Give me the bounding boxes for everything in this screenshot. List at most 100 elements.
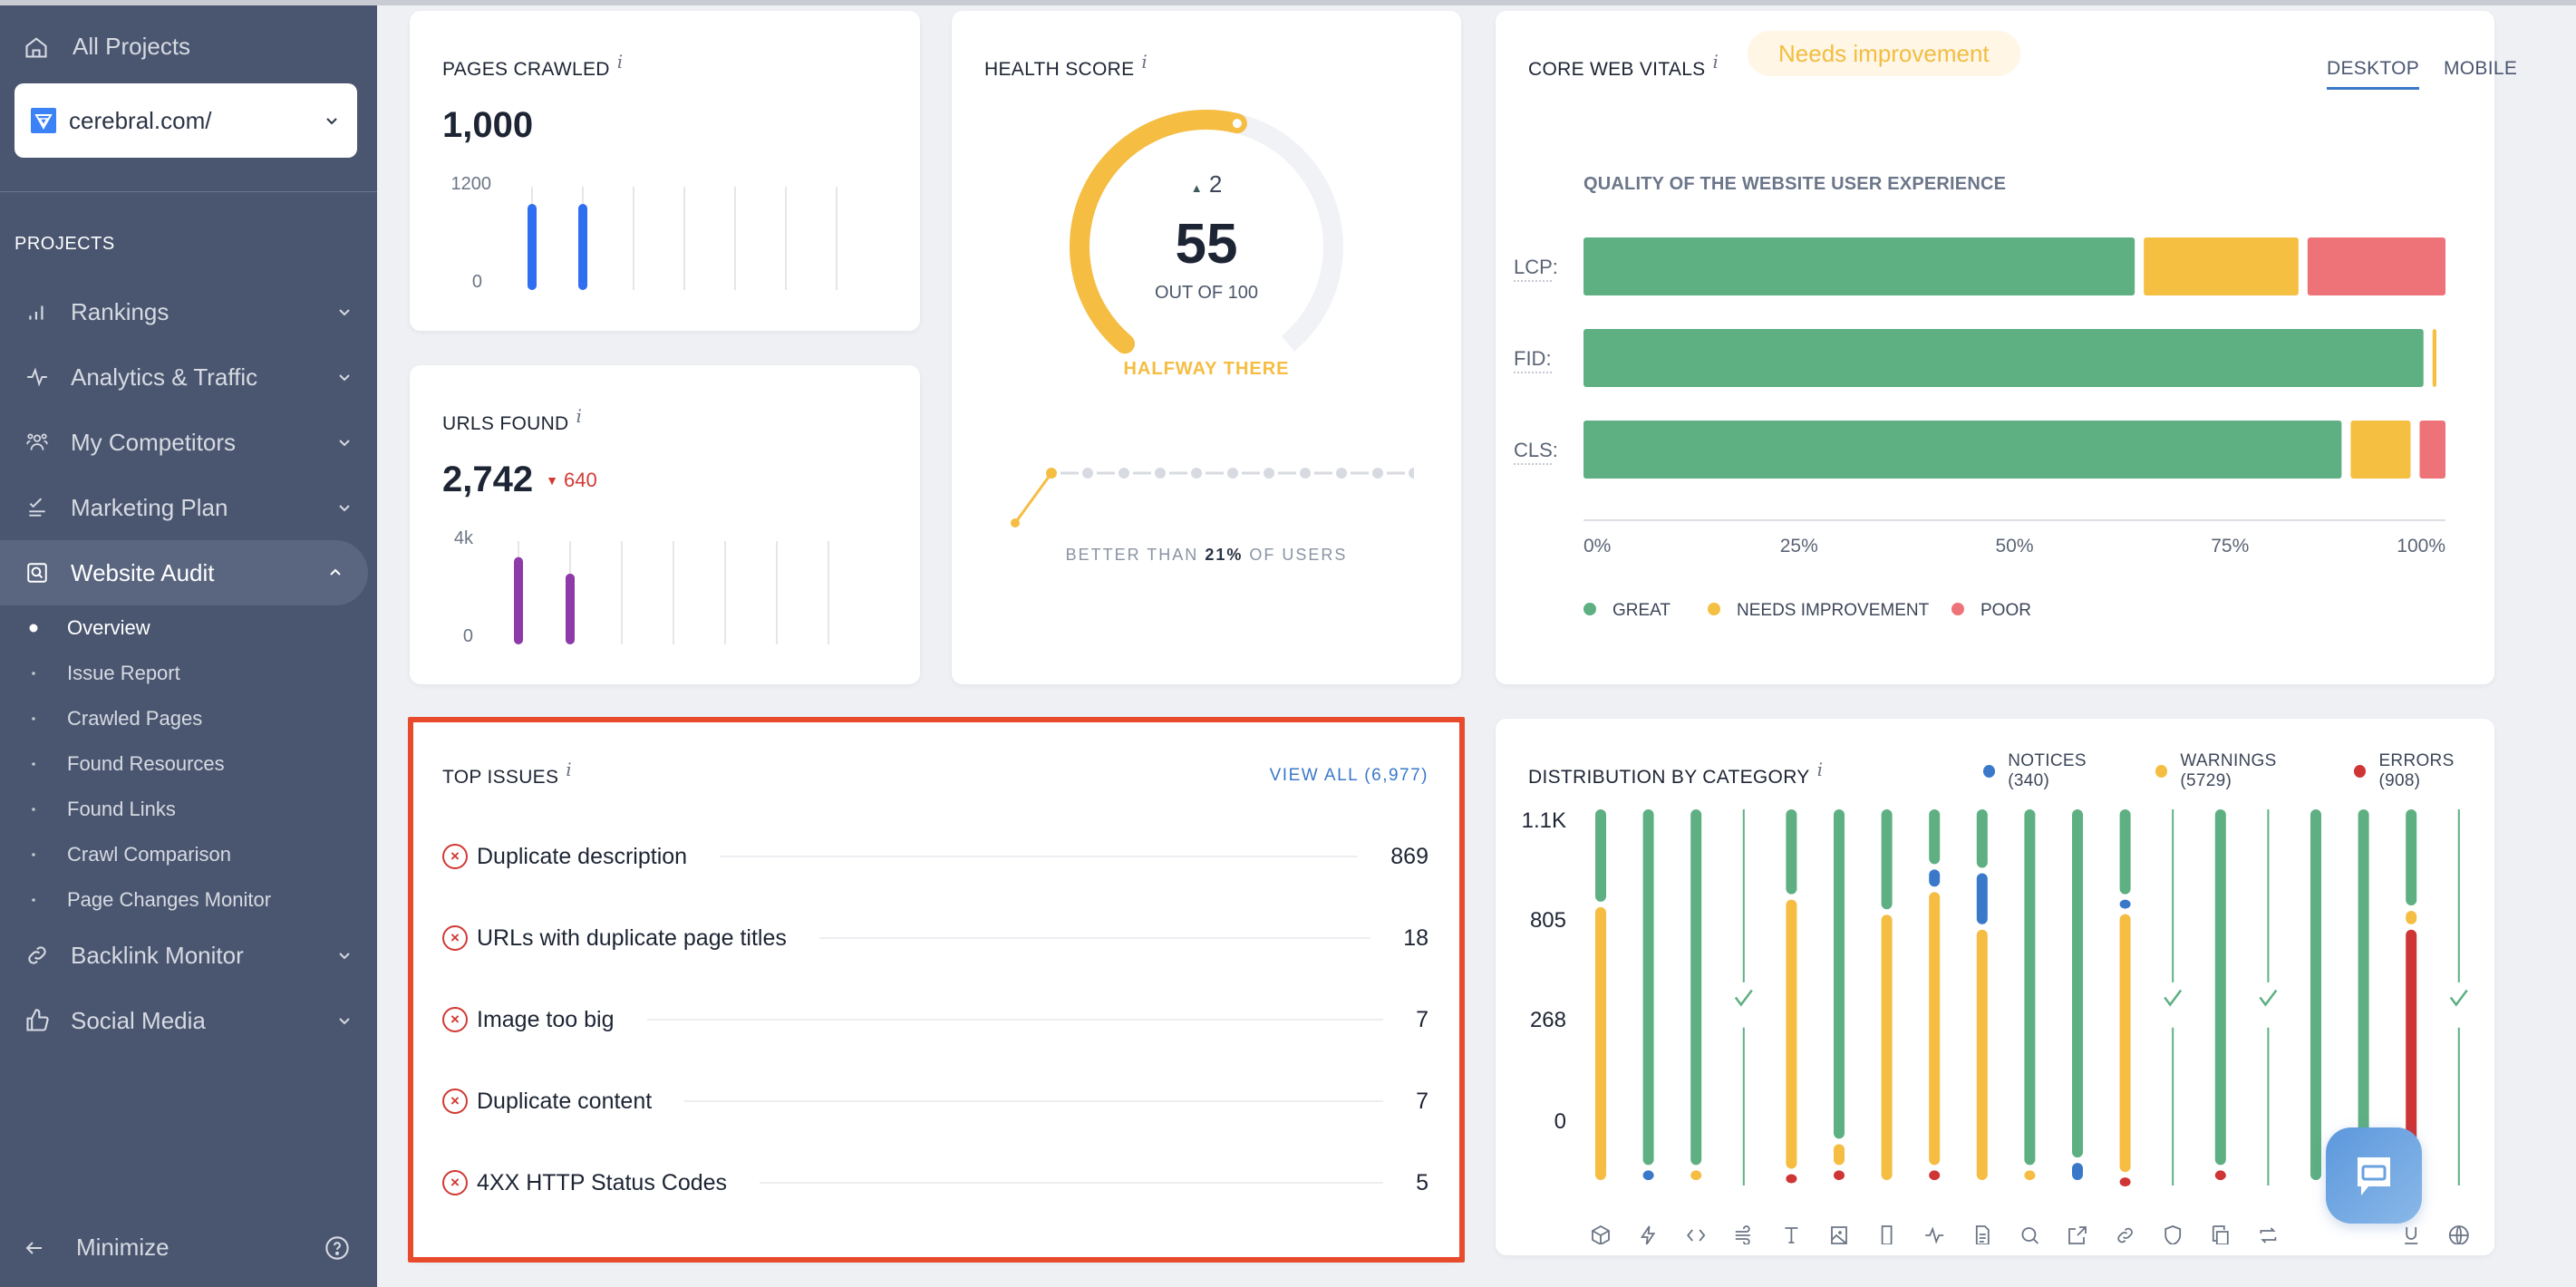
submenu-label: Issue Report — [67, 662, 180, 684]
info-icon[interactable]: i — [576, 405, 583, 427]
project-selector[interactable]: cerebral.com/ — [15, 83, 357, 158]
minimize-button[interactable]: Minimize — [24, 1234, 350, 1262]
dist-segment-ok — [1834, 809, 1845, 1139]
tab-desktop[interactable]: DESKTOP — [2327, 58, 2420, 90]
pulse-icon — [24, 363, 51, 391]
chevron-up-icon — [330, 568, 341, 576]
sidebar-item-social-media[interactable]: Social Media — [0, 988, 377, 1053]
bar-chart-icon — [24, 298, 51, 325]
health-status: HALFWAY THERE — [1123, 359, 1290, 379]
y-tick-label: 0 — [1554, 1109, 1566, 1134]
x-tick-label: 0% — [1583, 536, 1611, 556]
bullet-icon — [32, 898, 35, 902]
cwv-row-label: CLS: — [1514, 439, 1558, 461]
legend-notices[interactable]: NOTICES (340) — [2008, 751, 2126, 791]
urls-found-delta: ▼ 640 — [546, 469, 597, 492]
health-delta: ▲ 2 — [952, 170, 1461, 198]
cwv-bar-great — [1583, 421, 2342, 479]
health-score-title: HEALTH SCORE i — [984, 51, 1148, 81]
info-icon[interactable]: i — [1141, 51, 1148, 73]
submenu-item-issue-report[interactable]: Issue Report — [0, 651, 377, 696]
better-than-suffix: OF USERS — [1243, 546, 1348, 564]
notice-dot-icon — [1983, 765, 1996, 778]
sidebar: All Projects cerebral.com/ PROJECTS Rank… — [0, 5, 377, 1287]
bullet-icon — [29, 624, 38, 633]
copy-icon-path — [2212, 1225, 2229, 1244]
tab-mobile[interactable]: MOBILE — [2444, 58, 2517, 80]
y-min-label: 0 — [462, 626, 473, 646]
website-audit-submenu: Overview Issue Report Crawled Pages Foun… — [0, 605, 377, 923]
project-name: cerebral.com/ — [69, 106, 212, 134]
dist-segment-warnings — [1595, 906, 1606, 1180]
chat-button[interactable] — [2326, 1127, 2422, 1224]
legend-warnings[interactable]: WARNINGS (5729) — [2180, 751, 2325, 791]
dist-segment-warnings — [1976, 929, 1988, 1180]
y-min-label: 0 — [471, 272, 482, 292]
legend-errors[interactable]: ERRORS (908) — [2378, 751, 2494, 791]
dist-segment-errors — [1834, 1170, 1845, 1180]
help-icon[interactable] — [324, 1235, 350, 1261]
globe-icon — [2448, 1225, 2469, 1244]
x-tick-label: 100% — [2397, 536, 2445, 556]
info-icon[interactable]: i — [617, 51, 624, 73]
urls-found-value-row: 2,742 ▼ 640 — [442, 460, 597, 500]
dist-segment-ok — [1595, 809, 1606, 902]
image-icon — [1831, 1226, 1847, 1244]
sidebar-item-marketing-plan[interactable]: Marketing Plan — [0, 475, 377, 540]
dist-segment-notices — [2072, 1163, 2083, 1180]
health-score-card: HEALTH SCORE i ▲ 2 55 OUT OF 100 HALFWAY … — [952, 11, 1461, 684]
globe-icon-path — [2448, 1225, 2469, 1244]
dist-segment-ok — [1881, 809, 1893, 910]
submenu-item-found-resources[interactable]: Found Resources — [0, 741, 377, 787]
pages-crawled-chart — [528, 187, 838, 290]
dist-segment-notices — [1976, 873, 1988, 924]
sidebar-item-analytics-traffic[interactable]: Analytics & Traffic — [0, 344, 377, 410]
cwv-status-badge: Needs improvement — [1748, 31, 2020, 76]
project-logo-icon — [31, 108, 56, 133]
submenu-item-found-links[interactable]: Found Links — [0, 787, 377, 832]
urls-found-title: URLS FOUND i — [442, 405, 582, 435]
highlight-outline — [408, 717, 1465, 1263]
checklist-icon — [24, 494, 51, 521]
wind-icon-path — [1735, 1225, 1750, 1244]
sidebar-item-my-competitors[interactable]: My Competitors — [0, 410, 377, 475]
audit-icon — [24, 559, 51, 586]
sidebar-item-website-audit[interactable]: Website Audit — [0, 540, 368, 605]
top-border — [0, 0, 2576, 5]
chat-icon — [2358, 1157, 2390, 1195]
bullet-icon — [32, 717, 35, 721]
sidebar-divider — [0, 191, 377, 192]
info-icon[interactable]: i — [1712, 51, 1719, 73]
submenu-item-overview[interactable]: Overview — [0, 605, 377, 651]
pages-crawled-value: 1,000 — [442, 105, 534, 145]
dist-segment-ok — [2024, 809, 2036, 1166]
chevron-down-icon — [339, 1018, 350, 1025]
info-icon[interactable]: i — [1817, 759, 1824, 780]
bar — [528, 204, 537, 290]
sidebar-item-backlink-monitor[interactable]: Backlink Monitor — [0, 923, 377, 988]
dist-segment-ok — [2358, 809, 2369, 1180]
pulse-icon-path — [1925, 1226, 1944, 1244]
external-link-icon — [2068, 1226, 2087, 1244]
cube-icon — [1592, 1224, 1610, 1244]
y-tick-label: 268 — [1530, 1008, 1566, 1032]
cwv-title: CORE WEB VITALS i — [1528, 51, 1719, 81]
submenu-item-crawl-comparison[interactable]: Crawl Comparison — [0, 832, 377, 877]
submenu-item-crawled-pages[interactable]: Crawled Pages — [0, 696, 377, 741]
trend-point — [1082, 468, 1093, 479]
text-icon — [1785, 1227, 1798, 1243]
y-max-label: 4k — [453, 528, 473, 548]
chevron-down-icon — [339, 505, 350, 512]
triangle-up-icon: ▲ — [1190, 181, 1203, 195]
chevron-down-icon — [339, 440, 350, 447]
sidebar-item-rankings[interactable]: Rankings — [0, 279, 377, 344]
check-icon — [2164, 989, 2183, 1007]
bolt-icon-path — [1640, 1225, 1656, 1244]
card-title-text: HEALTH SCORE — [984, 59, 1135, 80]
all-projects-link[interactable]: All Projects — [24, 33, 190, 61]
nav-label: My Competitors — [71, 428, 237, 456]
submenu-item-page-changes-monitor[interactable]: Page Changes Monitor — [0, 877, 377, 923]
shield-icon-path — [2164, 1225, 2182, 1244]
chevron-down-icon — [339, 374, 350, 382]
dist-segment-errors — [2119, 1177, 2131, 1187]
